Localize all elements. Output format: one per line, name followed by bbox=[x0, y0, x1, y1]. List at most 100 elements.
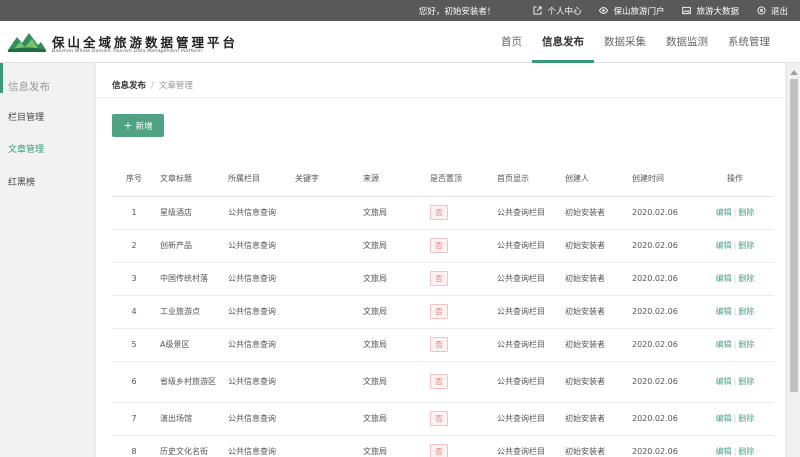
cell-pinned: 否 bbox=[426, 295, 493, 329]
edit-link[interactable]: 编辑 bbox=[716, 414, 732, 423]
cell-keyword bbox=[291, 328, 359, 362]
sidebar-item-red-black-list[interactable]: 红黑榜 bbox=[8, 175, 35, 188]
cell-creator: 初始安装者 bbox=[561, 328, 628, 362]
cell-home-display: 公共查询栏目 bbox=[493, 229, 561, 263]
page-scrollbar[interactable] bbox=[786, 63, 800, 457]
cell-column: 公共信息查询 bbox=[224, 295, 291, 329]
delete-link[interactable]: 删除 bbox=[738, 377, 754, 386]
edit-link[interactable]: 编辑 bbox=[716, 340, 732, 349]
table-row: 6 省级乡村旅游区 公共信息查询 文旅局否公共查询栏目 初始安装者 2020.02.06 编… bbox=[112, 361, 774, 403]
cell-title: 工业旅游点 bbox=[156, 295, 224, 329]
table-body: 1 星级酒店 公共信息查询 文旅局否公共查询栏目 初始安装者 2020.02.06 编辑 | 删… bbox=[112, 196, 774, 457]
edit-link[interactable]: 编辑 bbox=[716, 274, 732, 283]
cell-pinned: 否 bbox=[426, 196, 493, 230]
action-separator: | bbox=[733, 208, 737, 217]
cell-home-display: 公共查询栏目 bbox=[493, 402, 561, 436]
delete-link[interactable]: 删除 bbox=[738, 208, 754, 217]
cell-actions: 编辑 | 删除 bbox=[696, 262, 774, 296]
cell-source: 文旅局 bbox=[359, 196, 426, 230]
cell-column: 公共信息查询 bbox=[224, 361, 291, 403]
pinned-badge: 否 bbox=[430, 304, 448, 319]
scrollbar-thumb[interactable] bbox=[790, 79, 798, 392]
table-row: 1 星级酒店 公共信息查询 文旅局否公共查询栏目 初始安装者 2020.02.06 编辑 | 删… bbox=[112, 196, 774, 230]
cell-actions: 编辑 | 删除 bbox=[696, 402, 774, 436]
sidebar-title: 信息发布 bbox=[8, 81, 50, 93]
personal-center-link[interactable]: 个人中心 bbox=[533, 5, 581, 17]
table-row: 3 中国传统村落 公共信息查询 文旅局否公共查询栏目 初始安装者 2020.02.06 编辑… bbox=[112, 262, 774, 296]
delete-link[interactable]: 删除 bbox=[738, 274, 754, 283]
cell-source: 文旅局 bbox=[359, 328, 426, 362]
cell-created-time: 2020.02.06 bbox=[628, 262, 696, 296]
cell-keyword bbox=[291, 361, 359, 403]
eye-icon bbox=[599, 7, 609, 14]
cell-keyword bbox=[291, 435, 359, 457]
cell-home-display: 公共查询栏目 bbox=[493, 295, 561, 329]
nav-info-publish[interactable]: 信息发布 bbox=[532, 21, 594, 63]
logout-link[interactable]: 退出 bbox=[757, 5, 788, 17]
nav-data-monitoring[interactable]: 数据监测 bbox=[656, 21, 718, 63]
cell-index: 2 bbox=[112, 229, 156, 263]
edit-link[interactable]: 编辑 bbox=[716, 377, 732, 386]
cell-actions: 编辑 | 删除 bbox=[696, 229, 774, 263]
edit-link[interactable]: 编辑 bbox=[716, 241, 732, 250]
breadcrumb-current: 文章管理 bbox=[158, 81, 193, 91]
scroll-up-arrow-icon[interactable] bbox=[790, 70, 798, 75]
cell-pinned: 否 bbox=[426, 262, 493, 296]
edit-link[interactable]: 编辑 bbox=[716, 307, 732, 316]
mountain-logo-icon bbox=[8, 33, 46, 52]
delete-link[interactable]: 删除 bbox=[738, 340, 754, 349]
cell-source: 文旅局 bbox=[359, 229, 426, 263]
sidebar-accent bbox=[0, 63, 3, 93]
cell-home-display: 公共查询栏目 bbox=[493, 361, 561, 403]
portal-link[interactable]: 保山旅游门户 bbox=[599, 5, 664, 17]
col-header-home-display: 首页显示 bbox=[493, 162, 561, 197]
big-data-label: 旅游大数据 bbox=[696, 6, 739, 17]
cell-column: 公共信息查询 bbox=[224, 435, 291, 457]
cell-created-time: 2020.02.06 bbox=[628, 402, 696, 436]
cell-index: 5 bbox=[112, 328, 156, 362]
cell-keyword bbox=[291, 196, 359, 230]
col-header-index: 序号 bbox=[112, 162, 156, 197]
breadcrumb-parent[interactable]: 信息发布 bbox=[112, 81, 146, 91]
cell-index: 4 bbox=[112, 295, 156, 329]
action-separator: | bbox=[733, 307, 737, 316]
nav-home[interactable]: 首页 bbox=[491, 21, 532, 63]
cell-column: 公共信息查询 bbox=[224, 328, 291, 362]
external-link-icon bbox=[533, 6, 542, 15]
sidebar-item-articles[interactable]: 文章管理 bbox=[8, 142, 44, 155]
cell-keyword bbox=[291, 295, 359, 329]
sidebar: 信息发布 栏目管理 文章管理 红黑榜 bbox=[0, 63, 95, 457]
platform-logo[interactable]: 保山全域旅游数据管理平台 Baoshan Whole Domain Touris… bbox=[8, 26, 238, 60]
article-table: 序号 文章标题 所属栏目 关键字 来源 是否置顶 首页显示 创建人 创建时间 操… bbox=[112, 162, 774, 457]
cell-pinned: 否 bbox=[426, 328, 493, 362]
nav-data-collection[interactable]: 数据采集 bbox=[594, 21, 656, 63]
portal-label: 保山旅游门户 bbox=[613, 6, 665, 17]
cell-created-time: 2020.02.06 bbox=[628, 435, 696, 457]
cell-creator: 初始安装者 bbox=[561, 361, 628, 403]
action-separator: | bbox=[733, 241, 737, 250]
sidebar-item-columns[interactable]: 栏目管理 bbox=[8, 110, 44, 123]
big-data-link[interactable]: 旅游大数据 bbox=[682, 5, 739, 17]
cell-title: 省级乡村旅游区 bbox=[156, 361, 224, 403]
delete-link[interactable]: 删除 bbox=[738, 447, 754, 456]
add-button[interactable]: + 新增 bbox=[112, 114, 164, 137]
nav-system-admin[interactable]: 系统管理 bbox=[718, 21, 780, 63]
cell-actions: 编辑 | 删除 bbox=[696, 435, 774, 457]
delete-link[interactable]: 删除 bbox=[738, 414, 754, 423]
pinned-badge: 否 bbox=[430, 337, 448, 352]
cell-pinned: 否 bbox=[426, 402, 493, 436]
delete-link[interactable]: 删除 bbox=[738, 241, 754, 250]
cell-creator: 初始安装者 bbox=[561, 196, 628, 230]
cell-actions: 编辑 | 删除 bbox=[696, 196, 774, 230]
pinned-badge: 否 bbox=[430, 271, 448, 286]
cell-created-time: 2020.02.06 bbox=[628, 295, 696, 329]
edit-link[interactable]: 编辑 bbox=[716, 447, 732, 456]
cell-title: 星级酒店 bbox=[156, 196, 224, 230]
edit-link[interactable]: 编辑 bbox=[716, 208, 732, 217]
cell-column: 公共信息查询 bbox=[224, 229, 291, 263]
cell-creator: 初始安装者 bbox=[561, 295, 628, 329]
add-button-label: 新增 bbox=[135, 121, 153, 132]
cell-pinned: 否 bbox=[426, 435, 493, 457]
delete-link[interactable]: 删除 bbox=[738, 307, 754, 316]
cell-keyword bbox=[291, 229, 359, 263]
